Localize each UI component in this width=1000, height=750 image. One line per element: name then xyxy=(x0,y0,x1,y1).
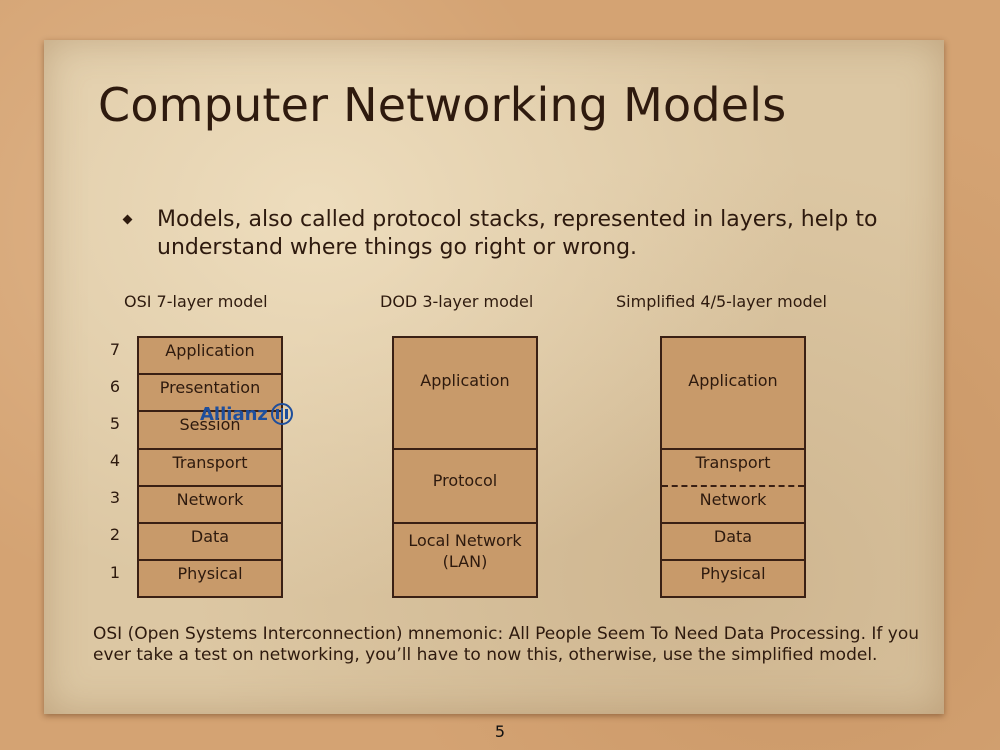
bullet-text: Models, also called protocol stacks, rep… xyxy=(157,207,878,260)
allianz-logo-text: Allianz xyxy=(200,403,268,425)
osi-layer-number: 2 xyxy=(109,525,121,544)
layer-label: Network xyxy=(699,490,767,509)
osi-stack: Application Presentation Session Transpo… xyxy=(137,336,283,598)
layer-label: Protocol xyxy=(432,470,498,490)
allianz-eagle-icon xyxy=(270,403,293,425)
osi-layer-application: Application xyxy=(139,338,281,375)
layer-label-line: (LAN) xyxy=(442,552,488,571)
layer-label: Physical xyxy=(177,564,243,583)
allianz-logo: Allianz xyxy=(200,400,293,428)
layer-label: Application xyxy=(420,370,510,390)
osi-layer-network: Network xyxy=(139,487,281,524)
layer-label-line: Local Network xyxy=(408,531,522,550)
dod-layer-protocol: Protocol xyxy=(394,450,536,524)
osi-layer-number: 1 xyxy=(109,563,121,582)
simplified-layer-physical: Physical xyxy=(662,561,804,598)
dod-layer-lan: Local Network (LAN) xyxy=(394,524,536,598)
layer-label: Application xyxy=(165,341,255,360)
osi-layer-number: 6 xyxy=(109,377,121,396)
osi-layer-number: 7 xyxy=(109,340,121,359)
dod-layer-application: Application xyxy=(394,338,536,450)
osi-layer-physical: Physical xyxy=(139,561,281,598)
osi-layer-number: 4 xyxy=(109,451,121,470)
simplified-layer-network: Network xyxy=(662,487,804,524)
page-number: 5 xyxy=(494,722,506,741)
layer-label: Transport xyxy=(172,453,248,472)
layer-label-multiline: Local Network (LAN) xyxy=(408,530,521,572)
osi-heading: OSI 7-layer model xyxy=(124,292,268,311)
layer-label: Physical xyxy=(700,564,766,583)
osi-layer-data: Data xyxy=(139,524,281,561)
layer-label: Transport xyxy=(695,453,771,472)
osi-layer-number: 3 xyxy=(109,488,121,507)
simplified-stack: Application Transport Network Data Physi… xyxy=(660,336,806,598)
layer-label: Presentation xyxy=(159,378,261,397)
dod-heading: DOD 3-layer model xyxy=(380,292,534,311)
layer-label: Data xyxy=(190,527,230,546)
layer-label: Data xyxy=(713,527,753,546)
simplified-layer-application: Application xyxy=(662,338,804,450)
slide-title: Computer Networking Models xyxy=(98,78,787,132)
osi-layer-transport: Transport xyxy=(139,450,281,487)
simplified-layer-data: Data xyxy=(662,524,804,561)
simplified-layer-transport: Transport xyxy=(662,450,804,487)
mnemonic-note: OSI (Open Systems Interconnection) mnemo… xyxy=(93,624,920,665)
dod-stack: Application Protocol Local Network (LAN) xyxy=(392,336,538,598)
osi-layer-number: 5 xyxy=(109,414,121,433)
simplified-heading: Simplified 4/5-layer model xyxy=(616,292,827,311)
layer-label: Application xyxy=(688,370,778,390)
layer-label: Network xyxy=(176,490,244,509)
